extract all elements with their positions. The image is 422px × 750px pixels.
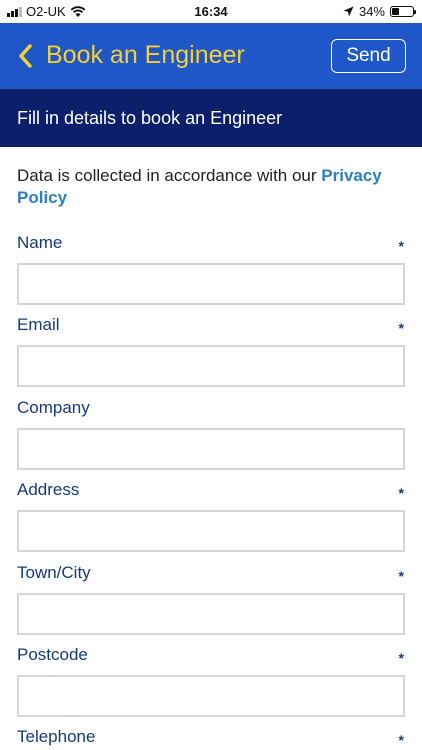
postcode-field[interactable] [17,675,405,717]
name-field[interactable] [17,263,405,305]
telephone-label: Telephone [17,727,96,746]
company-field[interactable] [17,428,405,470]
email-required-marker: * [398,320,404,336]
company-label: Company [17,398,90,417]
address-required-marker: * [398,485,404,501]
name-required-marker: * [398,238,404,254]
town-city-required-marker: * [398,568,404,584]
battery-percent: 34% [358,4,385,19]
postcode-label: Postcode [17,645,88,664]
location-arrow-icon [343,6,354,17]
telephone-required-marker: * [398,732,404,748]
town-city-field[interactable] [17,593,405,635]
town-city-label: Town/City [17,563,91,582]
name-label: Name [17,233,63,252]
status-bar: O2-UK 16:34 34% [0,0,422,23]
navigation-bar: Book an Engineer Send [0,23,422,89]
page-title: Book an Engineer [46,41,245,69]
send-button[interactable]: Send [331,39,406,73]
chevron-left-icon[interactable] [14,41,38,71]
email-field[interactable] [17,345,405,387]
address-field[interactable] [17,510,405,552]
instruction-text: Fill in details to book an Engineer [17,108,283,128]
privacy-notice-text: Data is collected in accordance with our [17,166,322,185]
email-label: Email [17,315,60,334]
status-right: 34% [343,4,416,19]
address-label: Address [17,480,80,499]
instruction-banner: Fill in details to book an Engineer [0,89,422,147]
privacy-notice: Data is collected in accordance with our… [17,165,397,209]
postcode-required-marker: * [398,650,404,666]
battery-level-fill [392,8,399,15]
battery-icon [390,6,416,17]
